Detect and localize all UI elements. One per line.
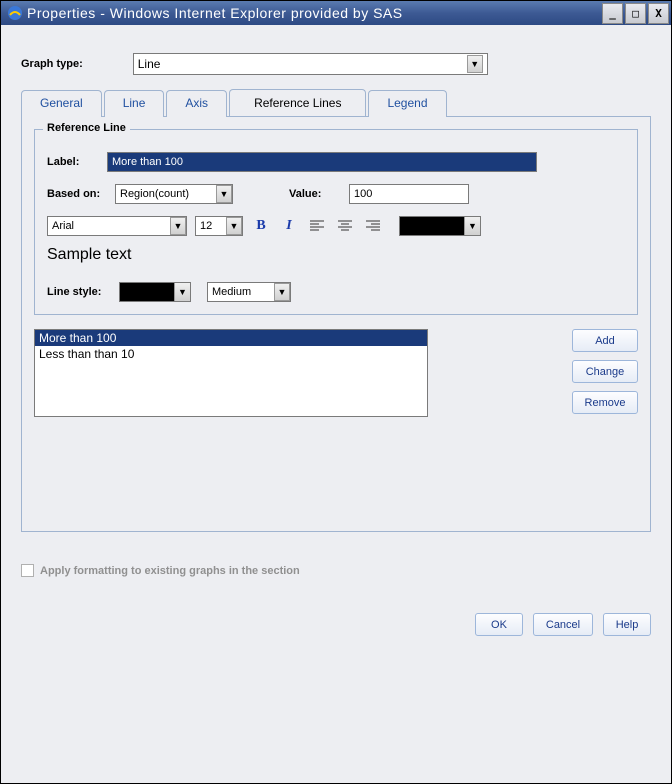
font-toolbar: Arial ▼ 12 ▼ B I — [47, 216, 625, 236]
reference-line-group: Reference Line Label: Based on: Region(c… — [34, 129, 638, 315]
window-title: Properties - Windows Internet Explorer p… — [27, 5, 602, 21]
chevron-down-icon: ▼ — [174, 283, 190, 301]
window-controls: _ □ X — [602, 3, 669, 24]
line-color-picker[interactable]: ▼ — [119, 282, 191, 302]
font-size-select[interactable]: 12 ▼ — [195, 216, 243, 236]
sample-text: Sample text — [47, 246, 625, 264]
graph-type-value: Line — [138, 57, 161, 71]
titlebar: Properties - Windows Internet Explorer p… — [1, 1, 671, 25]
chevron-down-icon: ▼ — [226, 217, 242, 235]
tab-axis[interactable]: Axis — [166, 90, 227, 117]
tab-reference-lines[interactable]: Reference Lines — [229, 89, 366, 116]
align-center-button[interactable] — [335, 216, 355, 236]
line-width-value: Medium — [212, 286, 251, 298]
chevron-down-icon: ▼ — [216, 185, 232, 203]
tab-general[interactable]: General — [21, 90, 102, 117]
remove-button[interactable]: Remove — [572, 391, 638, 414]
value-input[interactable] — [349, 184, 469, 204]
apply-formatting-label: Apply formatting to existing graphs in t… — [40, 565, 300, 577]
font-family-select[interactable]: Arial ▼ — [47, 216, 187, 236]
chevron-down-icon: ▼ — [464, 217, 480, 235]
based-on-select[interactable]: Region(count) ▼ — [115, 184, 233, 204]
line-width-select[interactable]: Medium ▼ — [207, 282, 291, 302]
add-button[interactable]: Add — [572, 329, 638, 352]
tab-line[interactable]: Line — [104, 90, 165, 117]
list-item[interactable]: More than 100 — [35, 330, 427, 346]
chevron-down-icon: ▼ — [170, 217, 186, 235]
label-row: Label: — [47, 152, 625, 172]
align-left-button[interactable] — [307, 216, 327, 236]
help-button[interactable]: Help — [603, 613, 651, 636]
based-on-value: Region(count) — [120, 188, 189, 200]
basedon-value-row: Based on: Region(count) ▼ Value: — [47, 184, 625, 204]
tab-list: General Line Axis Reference Lines Legend — [21, 89, 651, 116]
graph-type-select[interactable]: Line ▼ — [133, 53, 488, 75]
line-style-row: Line style: ▼ Medium ▼ — [47, 282, 625, 302]
graph-type-label: Graph type: — [21, 58, 83, 70]
italic-button[interactable]: I — [279, 216, 299, 236]
reference-line-group-title: Reference Line — [43, 122, 130, 134]
properties-window: Properties - Windows Internet Explorer p… — [0, 0, 672, 784]
apply-formatting-row: Apply formatting to existing graphs in t… — [21, 564, 651, 577]
line-style-label: Line style: — [47, 286, 111, 298]
change-button[interactable]: Change — [572, 360, 638, 383]
list-action-buttons: Add Change Remove — [572, 329, 638, 414]
apply-formatting-checkbox[interactable] — [21, 564, 34, 577]
based-on-label: Based on: — [47, 188, 107, 200]
maximize-button[interactable]: □ — [625, 3, 646, 24]
list-and-buttons: More than 100 Less than than 10 Add Chan… — [34, 329, 638, 417]
bold-button[interactable]: B — [251, 216, 271, 236]
chevron-down-icon: ▼ — [274, 283, 290, 301]
minimize-button[interactable]: _ — [602, 3, 623, 24]
label-field-label: Label: — [47, 156, 99, 168]
dialog-content: Graph type: Line ▼ General Line Axis Ref… — [1, 25, 671, 783]
chevron-down-icon: ▼ — [467, 55, 483, 73]
graph-type-row: Graph type: Line ▼ — [21, 53, 651, 75]
align-right-button[interactable] — [363, 216, 383, 236]
tab-panel-reference-lines: Reference Line Label: Based on: Region(c… — [21, 116, 651, 532]
value-label: Value: — [289, 188, 341, 200]
tab-legend[interactable]: Legend — [368, 90, 446, 117]
cancel-button[interactable]: Cancel — [533, 613, 593, 636]
dialog-buttons: OK Cancel Help — [21, 613, 651, 636]
ok-button[interactable]: OK — [475, 613, 523, 636]
font-color-picker[interactable]: ▼ — [399, 216, 481, 236]
close-button[interactable]: X — [648, 3, 669, 24]
ie-icon — [7, 5, 23, 21]
font-family-value: Arial — [52, 220, 74, 232]
reference-lines-listbox[interactable]: More than 100 Less than than 10 — [34, 329, 428, 417]
font-size-value: 12 — [200, 220, 212, 232]
list-item[interactable]: Less than than 10 — [35, 346, 427, 362]
label-input[interactable] — [107, 152, 537, 172]
